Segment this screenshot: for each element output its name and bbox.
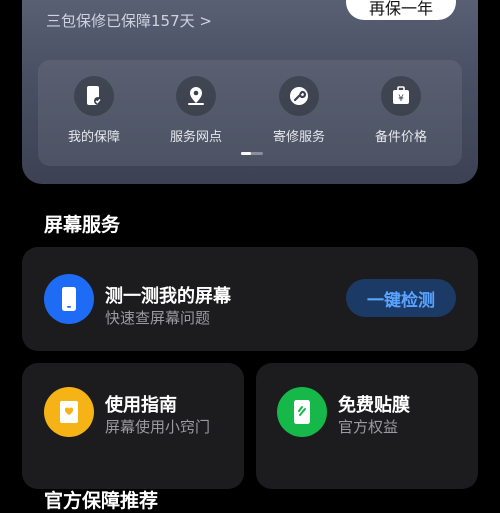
page-indicator [241,152,263,155]
guide-book-icon [44,387,94,437]
phone-shield-icon [74,76,114,116]
section-title: 屏幕服务 [44,214,121,236]
service-label: 服务网点 [169,130,222,145]
location-pin-icon [176,76,216,116]
card-subtitle: 屏幕使用小窍门 [105,418,211,436]
service-parts-price[interactable]: ¥ 备件价格 [356,76,446,145]
card-title: 测一测我的屏幕 [105,286,231,307]
wrench-icon [279,76,319,116]
warranty-status-link[interactable]: 三包保修已保障157天 > [46,10,212,31]
card-title: 使用指南 [105,395,177,416]
free-film-card[interactable]: 免费贴膜 官方权益 [256,363,478,489]
renew-button[interactable]: 再保一年 [346,0,456,20]
phone-icon [44,274,94,324]
service-label: 我的保障 [67,130,120,145]
svg-text:¥: ¥ [398,94,404,104]
card-subtitle: 快速查屏幕问题 [105,309,211,327]
price-box-icon: ¥ [381,76,421,116]
service-mail-repair[interactable]: 寄修服务 [254,76,344,145]
guide-card[interactable]: 使用指南 屏幕使用小窍门 [22,363,244,489]
service-outlets[interactable]: 服务网点 [151,76,241,145]
card-subtitle: 官方权益 [338,418,399,436]
screen-test-card[interactable]: 测一测我的屏幕 快速查屏幕问题 一键检测 [22,247,478,351]
service-grid: 我的保障 服务网点 寄修服务 ¥ 备件价格 [38,60,462,166]
service-label: 寄修服务 [272,130,325,145]
card-title: 免费贴膜 [338,395,410,416]
one-click-detect-button[interactable]: 一键检测 [346,279,456,317]
screen-film-icon [277,387,327,437]
service-label: 备件价格 [374,130,427,145]
service-my-protection[interactable]: 我的保障 [49,76,139,145]
